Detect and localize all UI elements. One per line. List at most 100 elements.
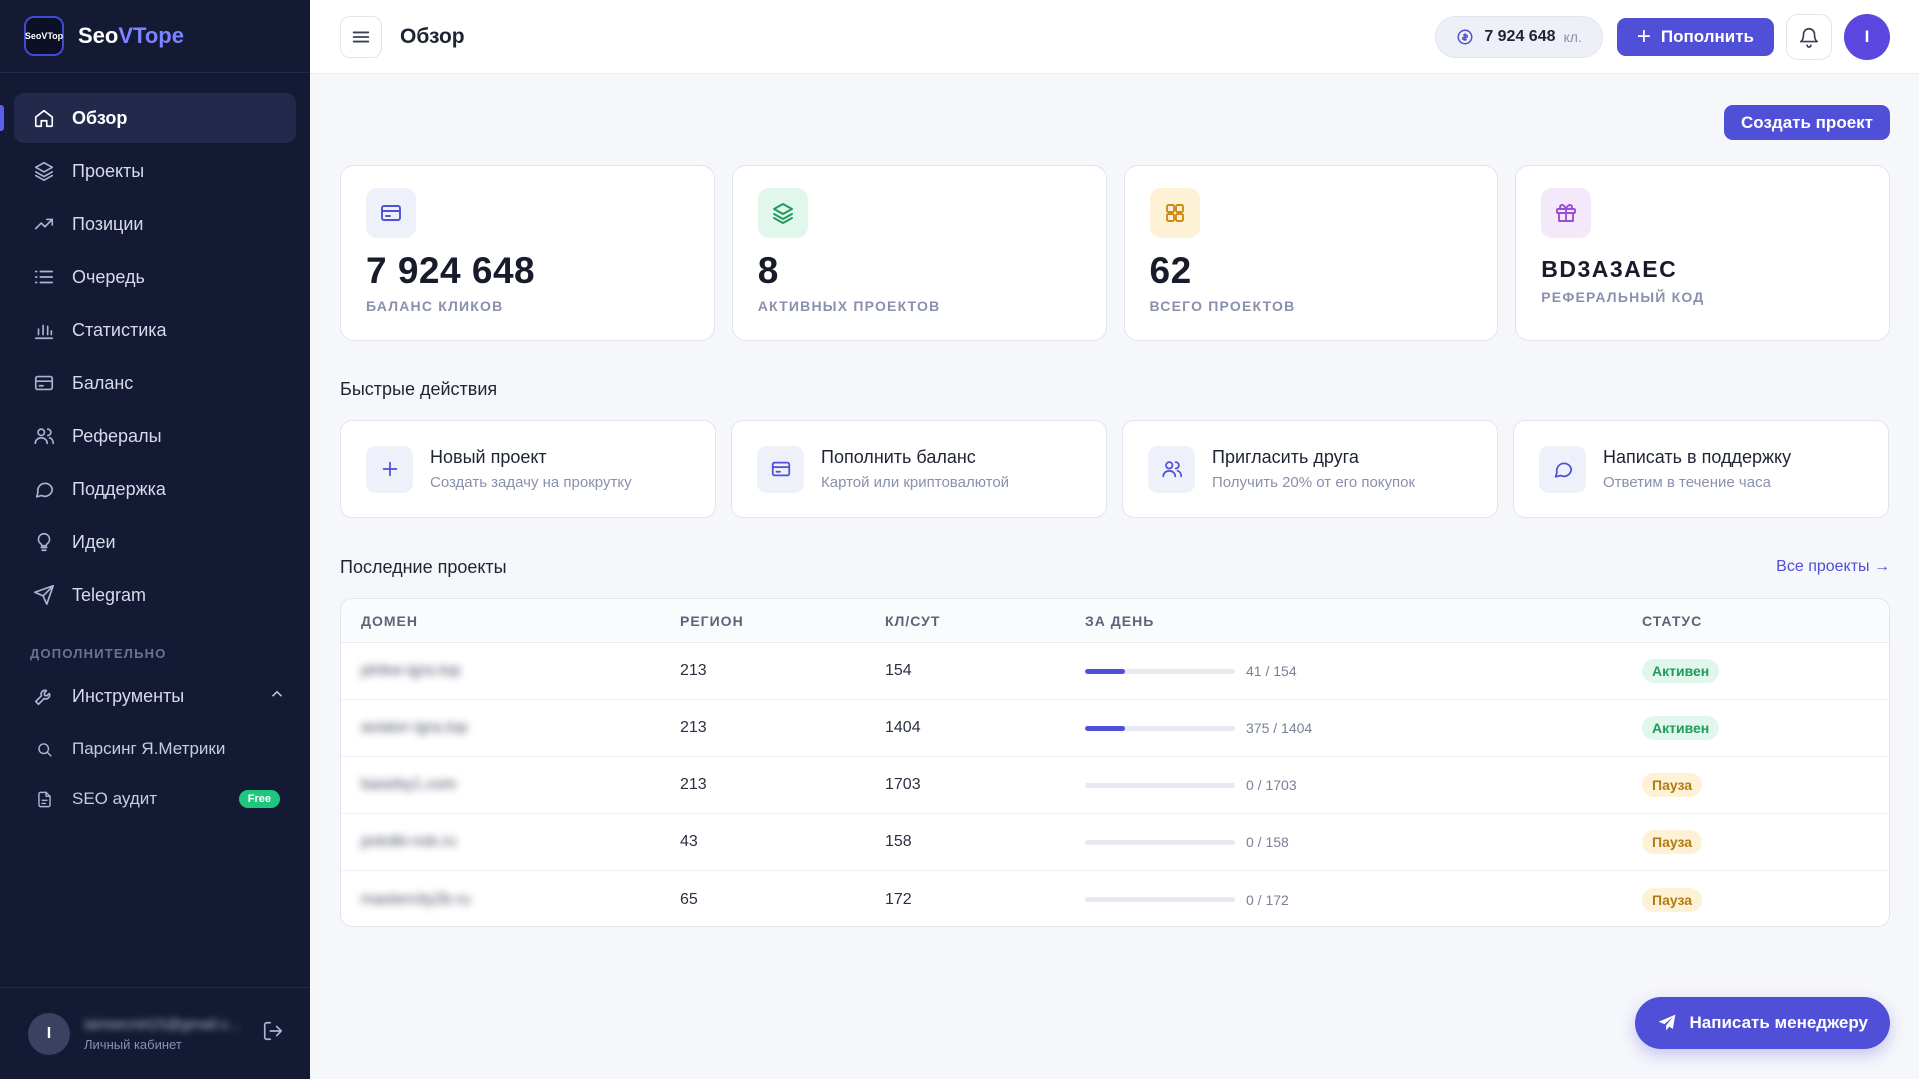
quick-action-title: Новый проект (430, 447, 547, 467)
table-row[interactable]: plnkw-igra.top 213 154 41 / 154 Активен (341, 643, 1889, 700)
trend-icon (32, 212, 56, 236)
sidebar-item-positions[interactable]: Позиции (14, 199, 296, 249)
sidebar-item-projects[interactable]: Проекты (14, 146, 296, 196)
sidebar-item-label: Позиции (72, 213, 144, 234)
sidebar-item-referrals[interactable]: Рефералы (14, 411, 296, 461)
cell-status: Пауза (1642, 887, 1889, 912)
column-header-domain[interactable]: ДОМЕН (341, 613, 680, 629)
column-header-region[interactable]: РЕГИОН (680, 613, 885, 629)
chevron-up-icon[interactable] (268, 685, 286, 708)
cell-clicks: 1703 (885, 776, 921, 793)
referral-code: BD3A3AEC (1541, 256, 1678, 282)
progress-text: 41 / 154 (1246, 663, 1297, 679)
domain-text[interactable]: baseby1.com (361, 776, 456, 793)
sidebar-item-ideas[interactable]: Идеи (14, 517, 296, 567)
menu-toggle-button[interactable] (340, 15, 382, 58)
logo-badge: SeoVTop (24, 16, 64, 56)
sidebar-nav: Обзор Проекты Позиции Очередь Статистика… (0, 73, 310, 824)
quick-action-subtitle: Создать задачу на прокрутку (430, 474, 632, 491)
quick-action-topup[interactable]: Пополнить баланс Картой или криптовалюто… (731, 420, 1107, 518)
stat-label: БАЛАНС КЛИКОВ (366, 298, 504, 314)
quick-action-subtitle: Картой или криптовалютой (821, 474, 1010, 491)
list-icon (32, 265, 56, 289)
bulb-icon (32, 530, 56, 554)
card-icon (32, 371, 56, 395)
sidebar-item-overview[interactable]: Обзор (0, 93, 296, 143)
projects-table: ДОМЕН РЕГИОН КЛ/СУТ ЗА ДЕНЬ СТАТУС plnkw… (340, 598, 1890, 927)
quick-action-new-project[interactable]: Новый проект Создать задачу на прокрутку (340, 420, 716, 518)
sidebar-item-label: SEO аудит (72, 789, 158, 808)
table-row[interactable]: mastercity2b.ru 65 172 0 / 172 Пауза (341, 871, 1889, 926)
cell-status: Пауза (1642, 773, 1889, 797)
stats-row: 7 924 648 БАЛАНС КЛИКОВ 8 АКТИВНЫХ ПРОЕК… (340, 165, 1890, 341)
table-row[interactable]: aviator-igra.top 213 1404 375 / 1404 Акт… (341, 700, 1889, 757)
quick-action-text: Новый проект Создать задачу на прокрутку (430, 447, 632, 491)
wrench-icon (32, 684, 56, 708)
header-avatar[interactable]: I (1844, 13, 1890, 60)
sidebar-item-balance[interactable]: Баланс (14, 358, 296, 408)
stat-value: 62 (1149, 250, 1192, 291)
sidebar-item-label: Telegram (72, 584, 147, 605)
domain-text[interactable]: plnkw-igra.top (361, 662, 461, 679)
brand-name: SeoVTope (78, 23, 184, 48)
cell-status: Пауза (1642, 830, 1889, 854)
quick-actions: Новый проект Создать задачу на прокрутку… (340, 420, 1890, 518)
sidebar-item-telegram[interactable]: Telegram (14, 570, 296, 620)
cell-status: Активен (1642, 659, 1889, 683)
search-icon (32, 737, 56, 761)
balance-pill[interactable]: 7 924 648 кл. (1435, 15, 1603, 58)
stat-card-referral-code[interactable]: BD3A3AEC РЕФЕРАЛЬНЫЙ КОД (1515, 165, 1890, 341)
contact-manager-label: Написать менеджеру (1689, 1013, 1868, 1032)
quick-action-support[interactable]: Написать в поддержку Ответим в течение ч… (1513, 420, 1889, 518)
logo[interactable]: SeoVTop SeoVTope (0, 0, 310, 73)
domain-text[interactable]: aviator-igra.top (361, 719, 468, 736)
all-projects-link[interactable]: Все проекты → (1776, 558, 1890, 576)
table-row[interactable]: potolki-nsk.ru 43 158 0 / 158 Пауза (341, 814, 1889, 871)
sidebar: SeoVTop SeoVTope Обзор Проекты Позиции О… (0, 0, 310, 1079)
notifications-button[interactable] (1786, 13, 1832, 60)
sidebar-item-statistics[interactable]: Статистика (14, 305, 296, 355)
recent-projects-title: Последние проекты (340, 557, 507, 577)
topup-button[interactable]: + Пополнить (1616, 17, 1774, 56)
cell-clicks: 154 (885, 662, 912, 679)
file-icon (32, 787, 56, 811)
cell-domain: mastercity2b.ru (341, 891, 680, 909)
sidebar-item-seo-audit[interactable]: SEO аудит Free (14, 774, 296, 824)
column-header-per-day[interactable]: ЗА ДЕНЬ (1085, 613, 1642, 629)
stat-value: 7 924 648 (366, 250, 536, 291)
status-badge: Пауза (1642, 830, 1703, 854)
sidebar-item-label: Обзор (72, 107, 128, 128)
table-row[interactable]: baseby1.com 213 1703 0 / 1703 Пауза (341, 757, 1889, 814)
progress-text: 0 / 158 (1246, 834, 1289, 850)
contact-manager-button[interactable]: Написать менеджеру (1635, 997, 1890, 1049)
column-header-clicks[interactable]: КЛ/СУТ (885, 613, 1085, 629)
column-header-status[interactable]: СТАТУС (1642, 613, 1889, 629)
grid-icon (1149, 188, 1200, 238)
cell-domain: baseby1.com (341, 776, 680, 794)
status-badge: Активен (1642, 716, 1720, 740)
cell-clicks: 158 (885, 833, 912, 850)
stat-card-active-projects: 8 АКТИВНЫХ ПРОЕКТОВ (731, 165, 1107, 341)
cell-domain: aviator-igra.top (341, 719, 680, 737)
sidebar-item-label: Проекты (72, 160, 145, 181)
cell-domain: plnkw-igra.top (341, 662, 680, 680)
stat-card-total-projects: 62 ВСЕГО ПРОЕКТОВ (1123, 165, 1499, 341)
quick-action-subtitle: Получить 20% от его покупок (1212, 474, 1416, 491)
sidebar-item-metrika-parsing[interactable]: Парсинг Я.Метрики (14, 724, 296, 774)
status-badge: Активен (1642, 659, 1720, 683)
user-panel[interactable]: I iamsecret15@gmail.c... Личный кабинет (0, 987, 310, 1079)
layers-icon (32, 159, 56, 183)
sidebar-item-support[interactable]: Поддержка (14, 464, 296, 514)
sidebar-item-queue[interactable]: Очередь (14, 252, 296, 302)
plus-icon (366, 445, 413, 493)
table-body: plnkw-igra.top 213 154 41 / 154 Активен … (341, 643, 1889, 926)
sidebar-item-label: Инструменты (72, 685, 185, 706)
quick-actions-title: Быстрые действия (340, 379, 498, 399)
domain-text[interactable]: mastercity2b.ru (361, 891, 470, 908)
sidebar-item-tools[interactable]: Инструменты (14, 671, 296, 721)
user-email: iamsecret15@gmail.c... (84, 1015, 241, 1033)
domain-text[interactable]: potolki-nsk.ru (361, 833, 456, 850)
create-project-button[interactable]: Создать проект (1724, 105, 1890, 140)
quick-action-invite[interactable]: Пригласить друга Получить 20% от его пок… (1122, 420, 1498, 518)
logout-icon[interactable] (262, 1020, 284, 1047)
